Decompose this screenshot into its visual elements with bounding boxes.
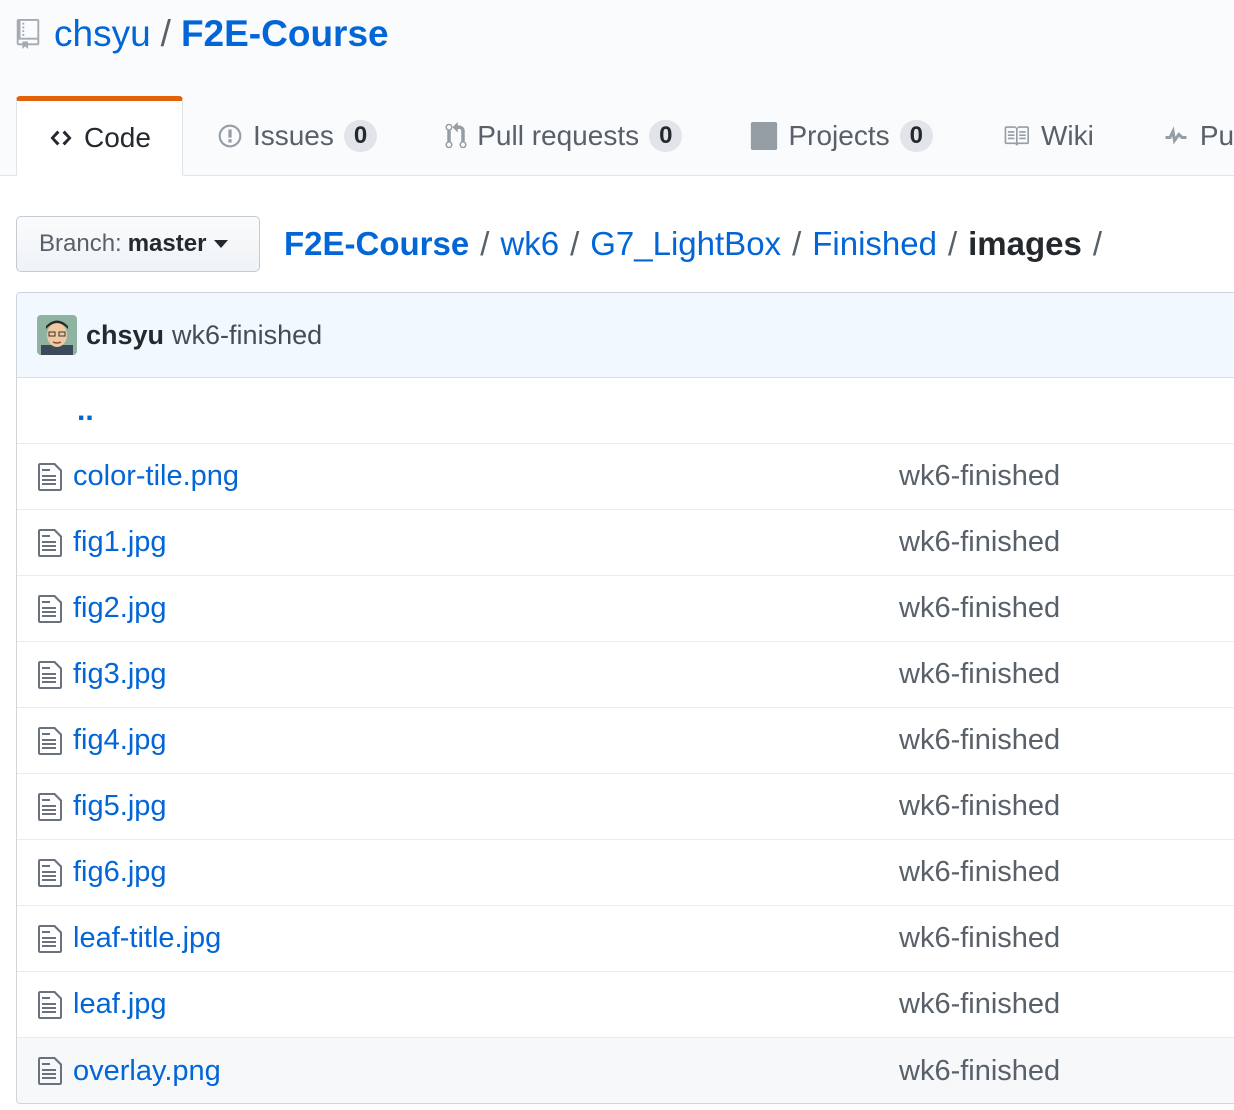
file-row: fig5.jpg wk6-finished [17,774,1234,840]
pull-requests-count-badge: 0 [649,120,683,152]
file-name-link[interactable]: overlay.png [73,1055,221,1088]
file-commit-message-link[interactable]: wk6-finished [899,658,1060,691]
breadcrumb-separator: / [792,225,802,262]
file-commit-message-link[interactable]: wk6-finished [899,988,1060,1021]
tab-wiki[interactable]: Wiki [967,96,1128,174]
file-name-link[interactable]: fig3.jpg [73,658,167,691]
file-icon [38,991,62,1019]
file-name-link[interactable]: fig2.jpg [73,592,167,625]
file-commit-message-link[interactable]: wk6-finished [899,1055,1060,1088]
avatar[interactable] [37,315,77,355]
file-name-link[interactable]: fig1.jpg [73,526,167,559]
commit-message-link[interactable]: wk6-finished [172,320,322,351]
tab-code[interactable]: Code [16,96,183,176]
projects-count-badge: 0 [899,120,933,152]
tab-label: Pu [1199,120,1234,151]
pulse-icon [1162,124,1190,148]
file-row: leaf-title.jpg wk6-finished [17,906,1234,972]
tab-label: Pull requests [477,120,640,151]
tab-projects[interactable]: Projects 0 [716,96,967,174]
branch-select-button[interactable]: Branch: master [16,216,260,272]
book-icon [1001,123,1031,149]
repo-nav-tabs: Code Issues 0 Pull requests 0 Projects 0 [16,96,1234,176]
file-name-link[interactable]: fig6.jpg [73,856,167,889]
parent-directory-row: .. [17,378,1234,444]
file-row: fig4.jpg wk6-finished [17,708,1234,774]
file-icon [38,1057,62,1085]
file-row: leaf.jpg wk6-finished [17,972,1234,1038]
breadcrumb-link-finished[interactable]: Finished [812,225,937,263]
breadcrumb-current: images [968,225,1082,262]
file-name-link[interactable]: leaf.jpg [73,988,167,1021]
tab-label: Code [84,122,151,153]
file-rows: color-tile.png wk6-finished fig1.jpg wk6-fi… [17,444,1234,1103]
tab-label: Wiki [1040,120,1094,151]
file-icon [38,859,62,887]
breadcrumb-separator: / [947,225,958,262]
file-icon [38,925,62,953]
file-name-link[interactable]: fig5.jpg [73,790,167,823]
git-pull-request-icon [445,122,467,150]
file-commit-message-link[interactable]: wk6-finished [899,592,1060,625]
tab-pull-requests[interactable]: Pull requests 0 [411,96,716,174]
issue-opened-icon [217,123,243,149]
file-row: fig1.jpg wk6-finished [17,510,1234,576]
tab-label: Projects [788,120,890,151]
repo-separator: / [160,13,171,54]
file-commit-message-link[interactable]: wk6-finished [899,856,1060,889]
file-row: fig2.jpg wk6-finished [17,576,1234,642]
file-icon [38,727,62,755]
repo-name-link[interactable]: F2E-Course [181,13,389,55]
file-icon [38,793,62,821]
file-commit-message-link[interactable]: wk6-finished [899,724,1060,757]
file-icon [38,529,62,557]
breadcrumb-separator: / [570,225,580,262]
dropdown-caret-icon [214,240,229,248]
file-icon [38,661,62,689]
repo-icon [16,19,40,49]
file-list: chsyu wk6-finished .. color-tile.png wk6-… [16,292,1234,1104]
breadcrumb-link-g7-lightbox[interactable]: G7_LightBox [590,225,781,263]
commit-author-link[interactable]: chsyu [86,320,164,351]
breadcrumb-link-repo[interactable]: F2E-Course [284,225,469,263]
parent-directory-link[interactable]: .. [77,394,94,428]
branch-prefix: Branch: [39,230,122,257]
repo-owner-link[interactable]: chsyu [54,13,151,55]
file-commit-message-link[interactable]: wk6-finished [899,460,1060,493]
code-icon [48,126,74,150]
breadcrumb: F2E-Course / wk6 / G7_LightBox / Finishe… [284,220,1113,268]
tab-label: Issues [252,120,334,151]
latest-commit-bar: chsyu wk6-finished [17,293,1234,378]
breadcrumb-link-wk6[interactable]: wk6 [500,225,559,263]
issues-count-badge: 0 [343,120,378,152]
file-name-link[interactable]: fig4.jpg [73,724,167,757]
branch-name: master [127,230,207,257]
file-row: color-tile.png wk6-finished [17,444,1234,510]
file-row: overlay.png wk6-finished [17,1038,1234,1103]
file-row: fig3.jpg wk6-finished [17,642,1234,708]
file-name-link[interactable]: color-tile.png [73,460,239,493]
file-icon [38,463,62,491]
file-commit-message-link[interactable]: wk6-finished [899,922,1060,955]
tab-pulse[interactable]: Pu [1128,96,1234,174]
file-commit-message-link[interactable]: wk6-finished [899,526,1060,559]
breadcrumb-separator: / [1092,225,1103,262]
tab-issues[interactable]: Issues 0 [183,96,411,174]
file-row: fig6.jpg wk6-finished [17,840,1234,906]
repo-title: chsyu / F2E-Course [16,10,389,58]
file-name-link[interactable]: leaf-title.jpg [73,922,221,955]
file-commit-message-link[interactable]: wk6-finished [899,790,1060,823]
breadcrumb-separator: / [480,225,490,262]
repo-header: chsyu / F2E-Course Code Issues 0 Pull re… [0,0,1234,176]
file-icon [38,595,62,623]
project-icon [750,122,778,150]
